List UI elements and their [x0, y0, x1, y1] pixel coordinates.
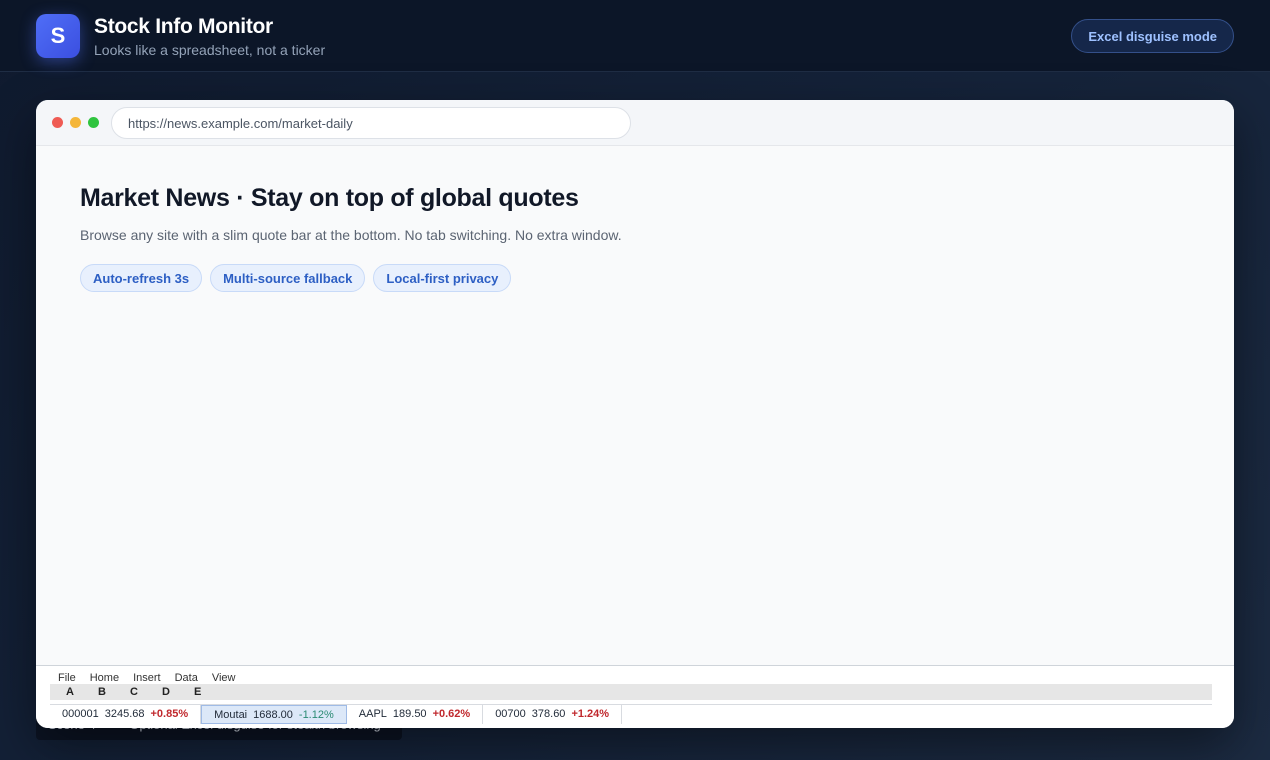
- ticker-cell[interactable]: 00700 378.60 +1.24%: [483, 705, 623, 724]
- ticker-code: 000001: [62, 708, 99, 720]
- app-subtitle: Looks like a spreadsheet, not a ticker: [94, 42, 326, 58]
- chip-multi-source: Multi-source fallback: [210, 264, 366, 292]
- app-title: Stock Info Monitor: [94, 15, 273, 38]
- column-header-c: C: [130, 686, 138, 698]
- ticker-price: 189.50: [392, 708, 427, 720]
- ticker-change: +0.62%: [432, 708, 471, 720]
- close-window-dot[interactable]: [52, 117, 63, 128]
- ticker-price: 1688.00: [253, 709, 293, 721]
- page-heading: Market News · Stay on top of global quot…: [80, 184, 579, 212]
- excel-menu: File Home Insert Data View: [58, 672, 250, 684]
- page-content: Market News · Stay on top of global quot…: [36, 146, 1234, 292]
- ticker-cell-selected[interactable]: Moutai 1688.00 -1.12%: [201, 705, 347, 724]
- menu-insert[interactable]: Insert: [133, 672, 161, 684]
- ticker-cell[interactable]: 000001 3245.68 +0.85%: [50, 705, 202, 724]
- excel-disguise-mode-button[interactable]: Excel disguise mode: [1071, 19, 1234, 53]
- page-description: Browse any site with a slim quote bar at…: [80, 227, 622, 243]
- menu-home[interactable]: Home: [90, 672, 119, 684]
- ticker-change: -1.12%: [298, 709, 334, 721]
- ticker-price: 378.60: [531, 708, 566, 720]
- app-logo: S: [36, 14, 80, 58]
- excel-quote-bar: File Home Insert Data View A B C D E 000…: [36, 665, 1234, 728]
- ticker-price: 3245.68: [104, 708, 145, 720]
- app-header: S Stock Info Monitor Looks like a spread…: [0, 0, 1270, 72]
- column-header-b: B: [98, 686, 106, 698]
- column-header-d: D: [162, 686, 170, 698]
- ticker-code: AAPL: [358, 708, 387, 720]
- column-header-e: E: [194, 686, 202, 698]
- ticker-change: +0.85%: [150, 708, 189, 720]
- menu-file[interactable]: File: [58, 672, 76, 684]
- column-header-a: A: [66, 686, 74, 698]
- chip-privacy: Local-first privacy: [373, 264, 512, 292]
- ticker-code: Moutai: [214, 709, 248, 721]
- column-header-row: A B C D E: [50, 684, 1212, 700]
- feature-chips: Auto-refresh 3s Multi-source fallback Lo…: [80, 264, 1190, 292]
- ticker-code: 00700: [495, 708, 526, 720]
- maximize-window-dot[interactable]: [88, 117, 99, 128]
- ticker-change: +1.24%: [571, 708, 610, 720]
- url-bar[interactable]: [111, 107, 631, 139]
- browser-window: Market News · Stay on top of global quot…: [36, 100, 1234, 728]
- menu-data[interactable]: Data: [175, 672, 198, 684]
- minimize-window-dot[interactable]: [70, 117, 81, 128]
- ticker-row: 000001 3245.68 +0.85% Moutai 1688.00 -1.12% …: [50, 704, 1212, 724]
- browser-chrome: [36, 100, 1234, 146]
- ticker-cell[interactable]: AAPL 189.50 +0.62%: [347, 705, 484, 724]
- chip-auto-refresh: Auto-refresh 3s: [80, 264, 203, 292]
- menu-view[interactable]: View: [212, 672, 236, 684]
